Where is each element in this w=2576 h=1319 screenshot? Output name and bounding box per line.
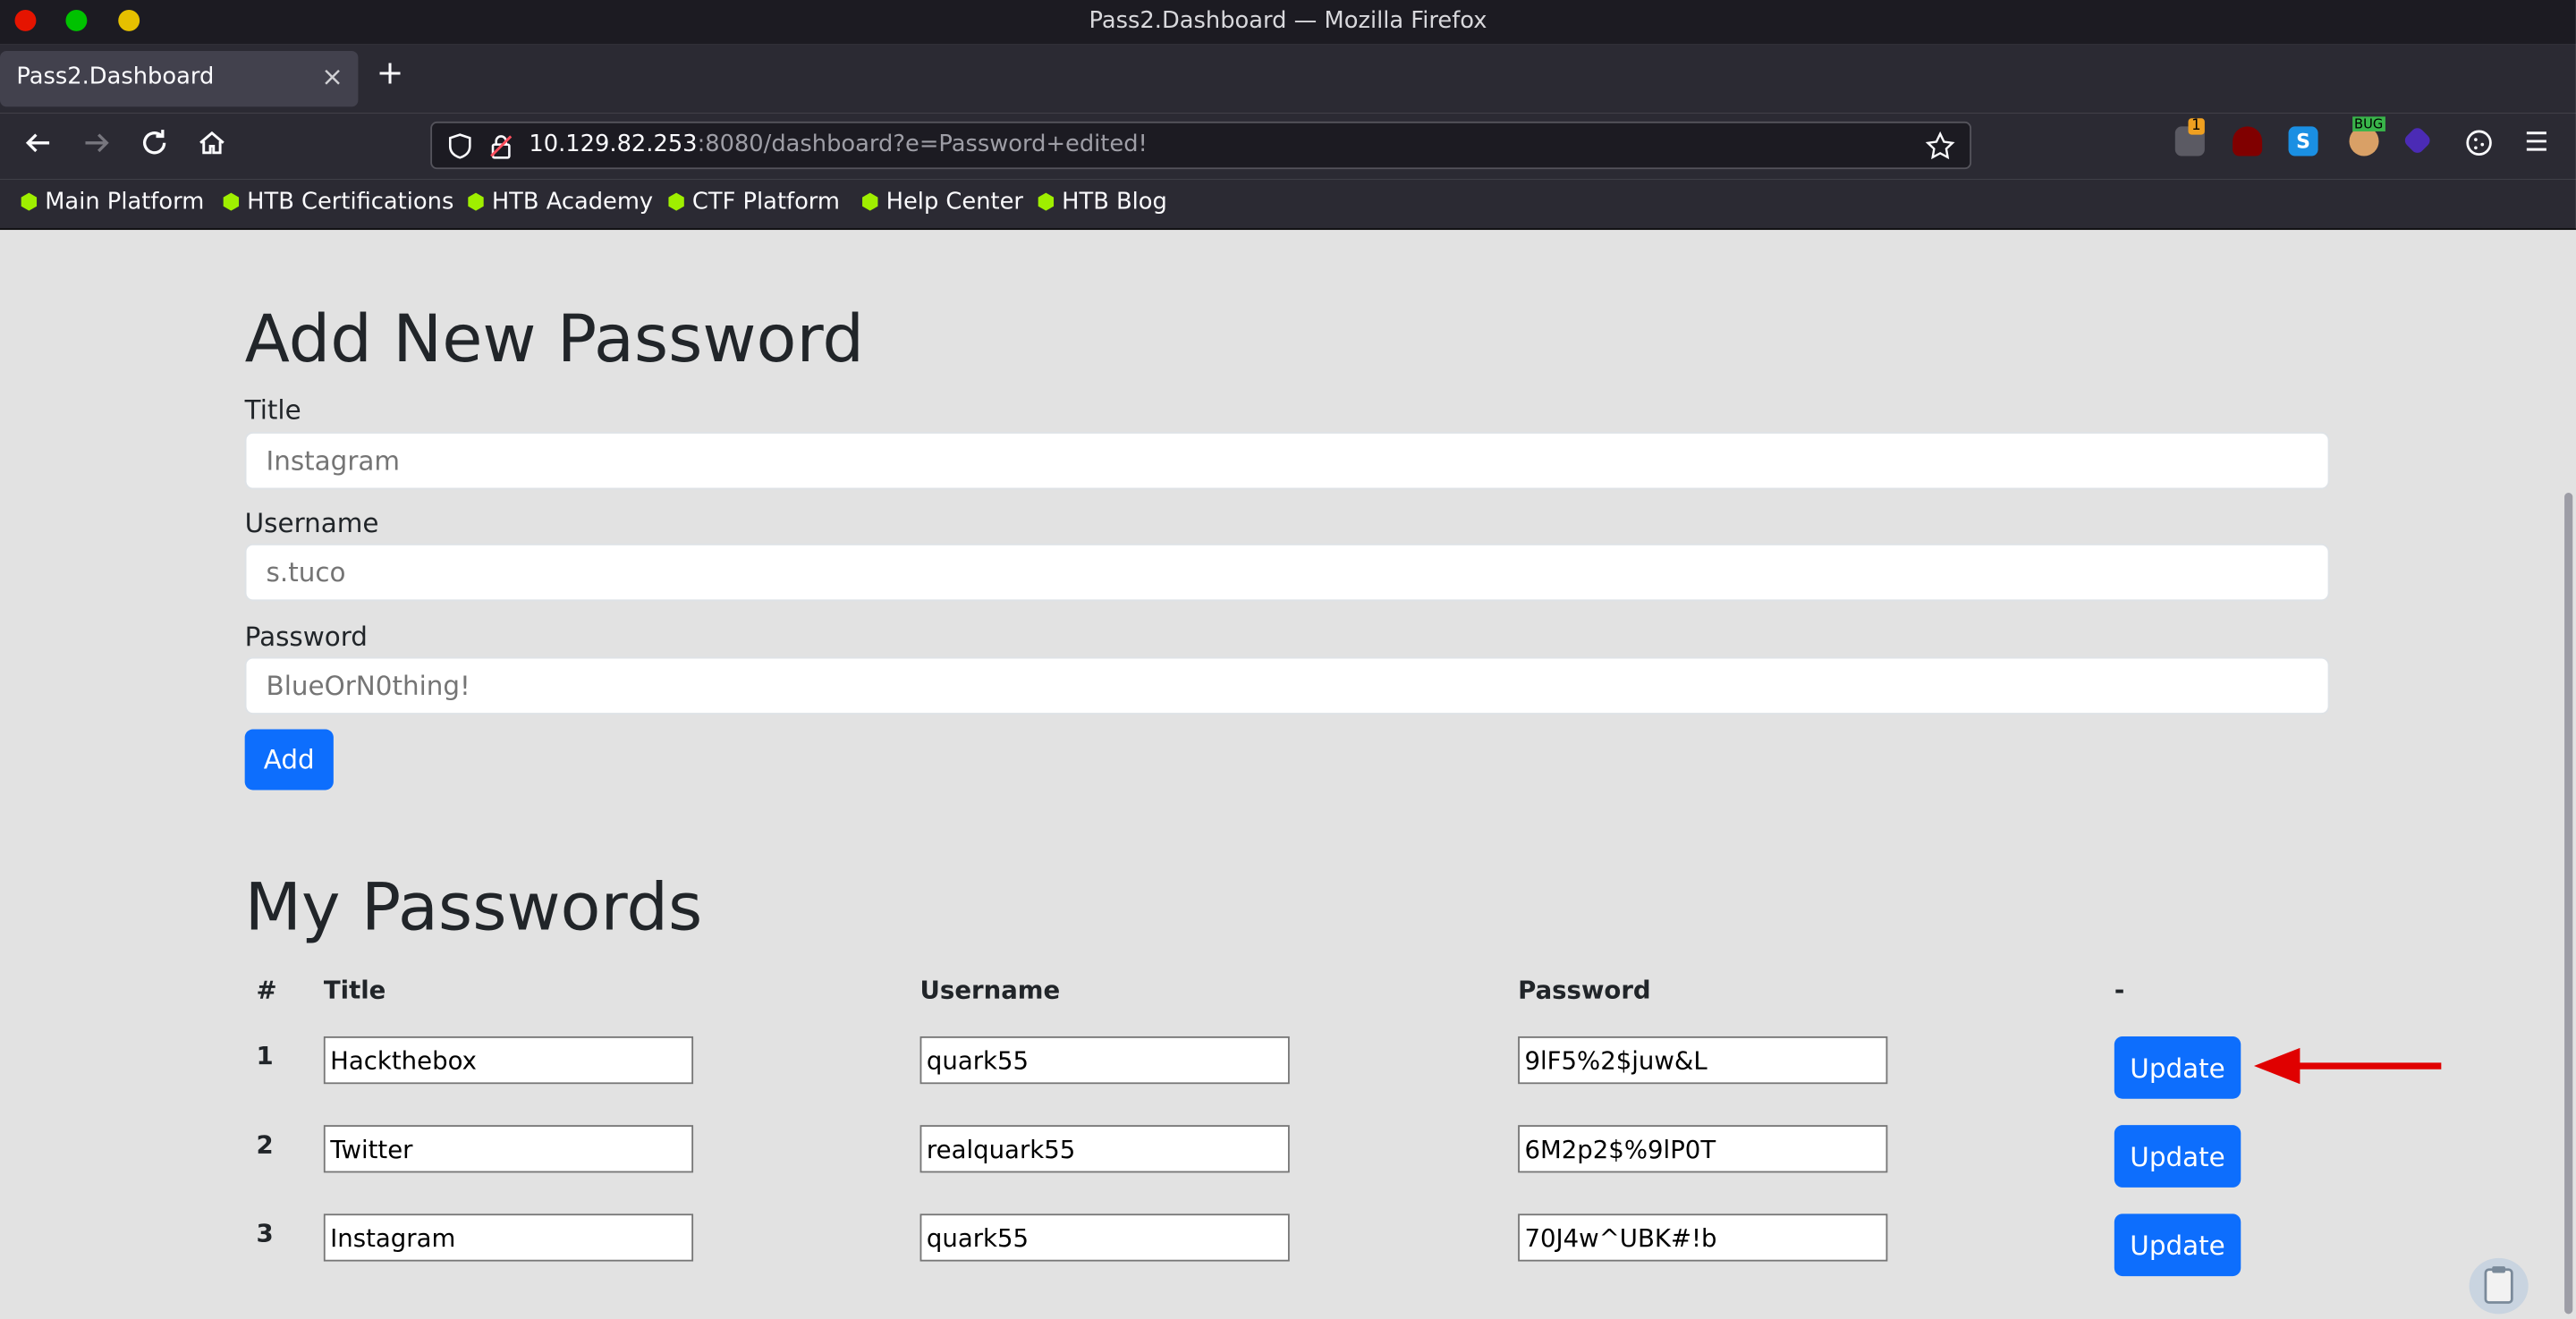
title-label: Title (244, 393, 301, 426)
shield-icon[interactable] (447, 133, 473, 166)
htb-cube-icon: ⬢ (666, 190, 686, 216)
update-button[interactable]: Update (2114, 1213, 2241, 1277)
lock-icon[interactable] (487, 133, 513, 166)
update-button[interactable]: Update (2114, 1036, 2241, 1099)
red-arrow-annotation (2253, 1047, 2442, 1085)
htb-cube-icon: ⬢ (20, 190, 38, 216)
bookmark-label: HTB Certifications (247, 189, 454, 216)
update-button[interactable]: Update (2114, 1125, 2241, 1188)
title-bar: Pass2.Dashboard — Mozilla Firefox (0, 0, 2576, 45)
add-password-heading: Add New Password (244, 301, 865, 378)
column-header-number: # (256, 975, 277, 1006)
cookie-icon[interactable] (2464, 128, 2494, 157)
scrollbar[interactable] (2564, 493, 2573, 1315)
row-username-input[interactable] (919, 1125, 1290, 1173)
new-tab-button[interactable]: + (377, 53, 404, 92)
back-icon[interactable] (23, 128, 53, 165)
page-content: Add New Password Title Username Password… (0, 230, 2576, 1319)
row-password-input[interactable] (1518, 1125, 1888, 1173)
tab-label: Pass2.Dashboard (16, 63, 215, 91)
url-text[interactable]: 10.129.82.253:8080/dashboard?e=Password+… (529, 131, 1147, 157)
column-header-title: Title (323, 975, 386, 1006)
bug-label: BUG (2352, 116, 2385, 131)
bookmark-label: Help Center (886, 189, 1024, 216)
bookmark-htb-certifications[interactable]: ⬢ HTB Certifications (222, 189, 453, 215)
row-number: 2 (256, 1129, 274, 1160)
bookmark-label: HTB Academy (491, 189, 654, 216)
home-icon[interactable] (197, 128, 226, 165)
bug-extension-icon[interactable]: BUG (2349, 116, 2385, 156)
navigation-bar: 10.129.82.253:8080/dashboard?e=Password+… (0, 113, 2576, 180)
url-host: 10.129.82.253 (529, 131, 698, 158)
bookmarks-toolbar: ⬢ Main Platform ⬢ HTB Certifications ⬢ HTB … (0, 179, 2576, 231)
menu-icon[interactable] (2523, 128, 2553, 157)
password-label: Password (244, 621, 368, 653)
reload-icon[interactable] (140, 128, 169, 165)
my-passwords-heading: My Passwords (244, 870, 703, 946)
url-bar[interactable]: 10.129.82.253:8080/dashboard?e=Password+… (430, 121, 1972, 170)
bookmark-label: HTB Blog (1062, 189, 1167, 216)
column-header-action: - (2114, 975, 2125, 1006)
s-extension-icon[interactable]: S (2288, 126, 2318, 156)
title-input[interactable] (244, 432, 2330, 490)
username-label: Username (244, 507, 379, 539)
username-input[interactable] (244, 543, 2330, 602)
password-input[interactable] (244, 656, 2330, 714)
htb-cube-icon: ⬢ (466, 190, 486, 216)
firefox-window: Pass2.Dashboard — Mozilla Firefox Pass2.… (0, 0, 2576, 1319)
bookmark-ctf-platform[interactable]: ⬢ CTF Platform (667, 189, 840, 215)
htb-cube-icon: ⬢ (1036, 190, 1055, 216)
htb-cube-icon: ⬢ (860, 190, 880, 216)
extension-badge-icon[interactable]: 1 (2174, 118, 2205, 156)
column-header-username: Username (919, 975, 1061, 1006)
url-path: :8080/dashboard?e=Password+edited! (697, 131, 1148, 158)
star-icon[interactable] (1925, 131, 1955, 167)
column-header-password: Password (1518, 975, 1651, 1006)
bookmark-htb-academy[interactable]: ⬢ HTB Academy (467, 189, 654, 215)
row-title-input[interactable] (323, 1213, 694, 1262)
add-button[interactable]: Add (244, 729, 334, 791)
window-title: Pass2.Dashboard — Mozilla Firefox (1089, 8, 1487, 35)
clipboard-icon[interactable] (2469, 1257, 2529, 1315)
row-title-input[interactable] (323, 1125, 694, 1173)
ublock-icon[interactable] (2233, 126, 2263, 156)
htb-cube-icon: ⬢ (221, 190, 241, 216)
row-username-input[interactable] (919, 1213, 1290, 1262)
row-title-input[interactable] (323, 1036, 694, 1085)
bookmark-label: Main Platform (45, 189, 205, 216)
bookmark-help-center[interactable]: ⬢ Help Center (860, 189, 1023, 215)
row-number: 3 (256, 1218, 274, 1248)
purple-extension-icon[interactable] (2402, 125, 2433, 156)
row-number: 1 (256, 1041, 274, 1071)
tab-pass2-dashboard[interactable]: Pass2.Dashboard × (0, 50, 359, 107)
forward-icon[interactable] (82, 128, 112, 165)
tab-close-icon[interactable]: × (321, 61, 343, 92)
row-password-input[interactable] (1518, 1213, 1888, 1262)
extension-badge-count: 1 (2188, 118, 2205, 135)
row-password-input[interactable] (1518, 1036, 1888, 1085)
bookmark-htb-blog[interactable]: ⬢ HTB Blog (1037, 189, 1167, 215)
row-username-input[interactable] (919, 1036, 1290, 1085)
bookmark-label: CTF Platform (691, 189, 840, 216)
bookmark-main-platform[interactable]: ⬢ Main Platform (20, 189, 204, 215)
